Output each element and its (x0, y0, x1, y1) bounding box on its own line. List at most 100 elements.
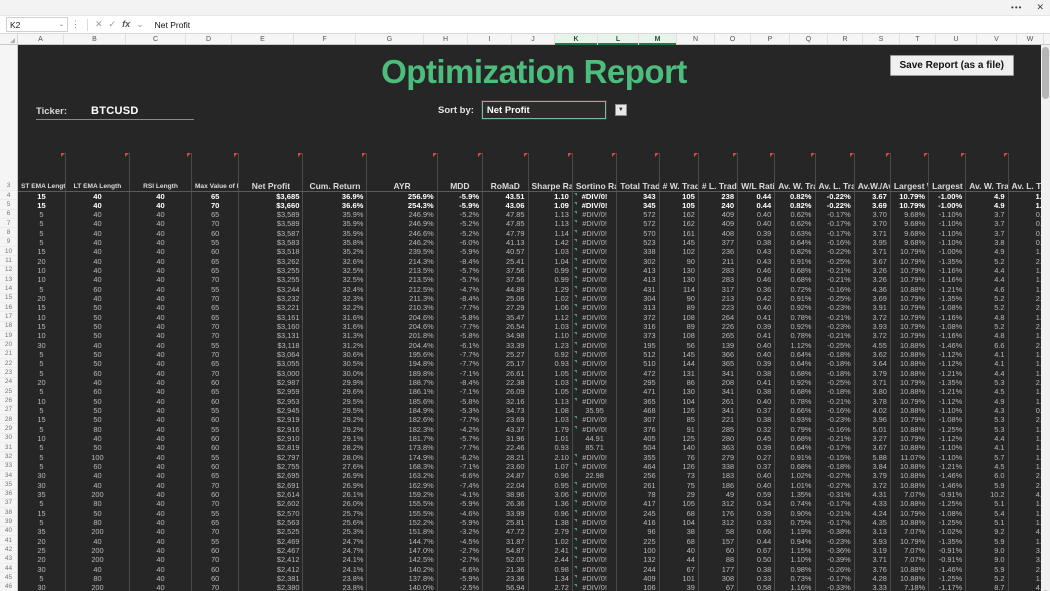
cell[interactable]: 0.41 (737, 331, 776, 341)
cell[interactable]: 1.04 (528, 256, 573, 267)
cell[interactable]: 91 (659, 424, 699, 435)
cell[interactable]: 0.63% (774, 228, 816, 239)
cell[interactable]: -4.5% (437, 536, 484, 546)
column-header-p[interactable]: P (751, 34, 790, 44)
cell[interactable]: 37.56 (482, 275, 529, 285)
table-row[interactable]: 5 80 40 60 $2,381 23.8% 137.8% -5.9% 23.36 1.34 #D… (18, 573, 1050, 584)
cell[interactable]: 30 (18, 340, 66, 351)
cell[interactable]: 10.88% (890, 387, 930, 397)
cell[interactable]: 50 (65, 322, 131, 332)
cell[interactable]: 283 (698, 266, 739, 276)
column-header-d[interactable]: D (186, 34, 232, 44)
cell[interactable]: 185.6% (366, 396, 438, 407)
cell[interactable]: 1.05 (528, 368, 573, 379)
cell[interactable]: 0.44 (737, 191, 776, 201)
cell[interactable]: -1.08% (928, 322, 967, 332)
cell[interactable]: 168.3% (366, 462, 438, 472)
cell[interactable]: 0.40 (737, 340, 776, 351)
cell[interactable]: 0.98% (774, 564, 816, 574)
cell[interactable]: #DIV/0! (572, 275, 618, 285)
cell[interactable]: 10.88% (890, 368, 930, 379)
cell[interactable]: -0.18% (815, 387, 855, 397)
cell[interactable]: -0.21% (815, 331, 855, 341)
cell[interactable]: #DIV/0! (572, 583, 618, 591)
row-header-9[interactable]: 9 (0, 238, 17, 247)
cell[interactable]: 0.46 (737, 266, 776, 276)
cell[interactable]: 40 (129, 443, 192, 453)
cell[interactable]: 2.41 (528, 545, 573, 556)
cell[interactable]: -4.1% (437, 490, 484, 500)
cell[interactable]: $3,589 (238, 219, 304, 229)
cell[interactable]: 0.67 (737, 545, 776, 556)
cell[interactable]: 40 (129, 555, 192, 565)
cell[interactable]: 147.0% (366, 545, 438, 556)
cell[interactable]: 210.3% (366, 303, 438, 313)
cell[interactable]: 213 (698, 294, 739, 304)
cell[interactable]: 307 (616, 415, 660, 425)
cell[interactable]: 1.03 (528, 322, 573, 332)
row-header-35[interactable]: 35 (0, 480, 17, 490)
cell[interactable]: 256.9% (366, 191, 438, 201)
cell[interactable]: $2,380 (238, 583, 304, 591)
cell[interactable]: -0.17% (815, 228, 855, 239)
cell[interactable]: $3,000 (238, 368, 304, 379)
cell[interactable]: 3.64 (854, 359, 891, 369)
cell[interactable]: 204.4% (366, 340, 438, 351)
cell[interactable]: 186.1% (366, 387, 438, 397)
cell[interactable]: 355 (616, 452, 660, 463)
cell[interactable]: 472 (616, 368, 660, 379)
cell[interactable]: -5.2% (437, 219, 484, 229)
cell[interactable]: 30 (18, 564, 66, 574)
cell[interactable]: 24.87 (482, 471, 529, 481)
cell[interactable]: 60 (191, 490, 240, 500)
insert-function-icon[interactable]: fx (119, 20, 133, 29)
cell[interactable]: #DIV/0! (572, 331, 618, 341)
cell[interactable]: -0.17% (815, 219, 855, 229)
cell[interactable]: 0.43 (737, 256, 776, 267)
cell[interactable]: 15 (18, 322, 66, 332)
cell[interactable]: 27.6% (302, 462, 368, 472)
cell[interactable]: -7.1% (437, 462, 484, 472)
cell[interactable]: 10.79% (890, 536, 930, 546)
cell[interactable]: 0.37 (737, 406, 776, 416)
cell[interactable]: 1.10% (774, 555, 816, 565)
cell[interactable]: 0.99 (528, 275, 573, 285)
cell[interactable]: 208 (698, 378, 739, 388)
cell[interactable]: 40 (129, 396, 192, 407)
cell[interactable]: 3.71 (854, 247, 891, 257)
cell[interactable]: 0.46 (737, 275, 776, 285)
cell[interactable]: 195 (616, 340, 660, 351)
cell[interactable]: 3.7 (965, 210, 1009, 220)
cell[interactable]: #DIV/0! (572, 303, 618, 313)
cell[interactable]: $2,945 (238, 406, 304, 416)
cell[interactable]: 10.88% (890, 359, 930, 369)
save-report-button[interactable]: Save Report (as a file) (889, 55, 1014, 76)
table-row[interactable]: 10 50 40 70 $3,131 31.3% 201.8% -5.8% 34.98 1.10 #… (18, 331, 1050, 341)
cell[interactable]: 9.68% (890, 219, 930, 229)
cell[interactable]: 40 (65, 210, 131, 220)
cell[interactable]: 104 (659, 517, 699, 528)
cell[interactable]: 3.26 (854, 275, 891, 285)
cell[interactable]: 32.5% (302, 275, 368, 285)
cell[interactable]: 9.68% (890, 228, 930, 239)
cell[interactable]: 5 (18, 210, 66, 220)
row-header-45[interactable]: 45 (0, 573, 17, 583)
cell[interactable]: 10.88% (890, 499, 930, 509)
cell[interactable]: 3.70 (854, 210, 891, 220)
row-header-28[interactable]: 28 (0, 415, 17, 425)
cell[interactable]: 26.1% (302, 490, 368, 500)
cell[interactable]: 10.88% (890, 284, 930, 295)
cell[interactable]: 0.39 (737, 322, 776, 332)
cell[interactable]: 157 (698, 536, 739, 546)
cell[interactable]: 55 (191, 340, 240, 351)
cell[interactable]: 10.88% (890, 573, 930, 584)
cell[interactable]: 345 (616, 200, 660, 211)
cell[interactable]: 29.9% (302, 378, 368, 388)
table-row[interactable]: 35 200 40 60 $2,614 26.1% 159.2% -4.1% 38.96 3.06… (18, 490, 1050, 500)
cell[interactable]: -1.21% (928, 368, 967, 379)
cell[interactable]: 60 (191, 415, 240, 425)
cell[interactable]: 431 (616, 284, 660, 295)
row-header-8[interactable]: 8 (0, 228, 17, 238)
cell[interactable]: 1.38 (528, 517, 573, 528)
cell[interactable]: 25.06 (482, 294, 529, 304)
